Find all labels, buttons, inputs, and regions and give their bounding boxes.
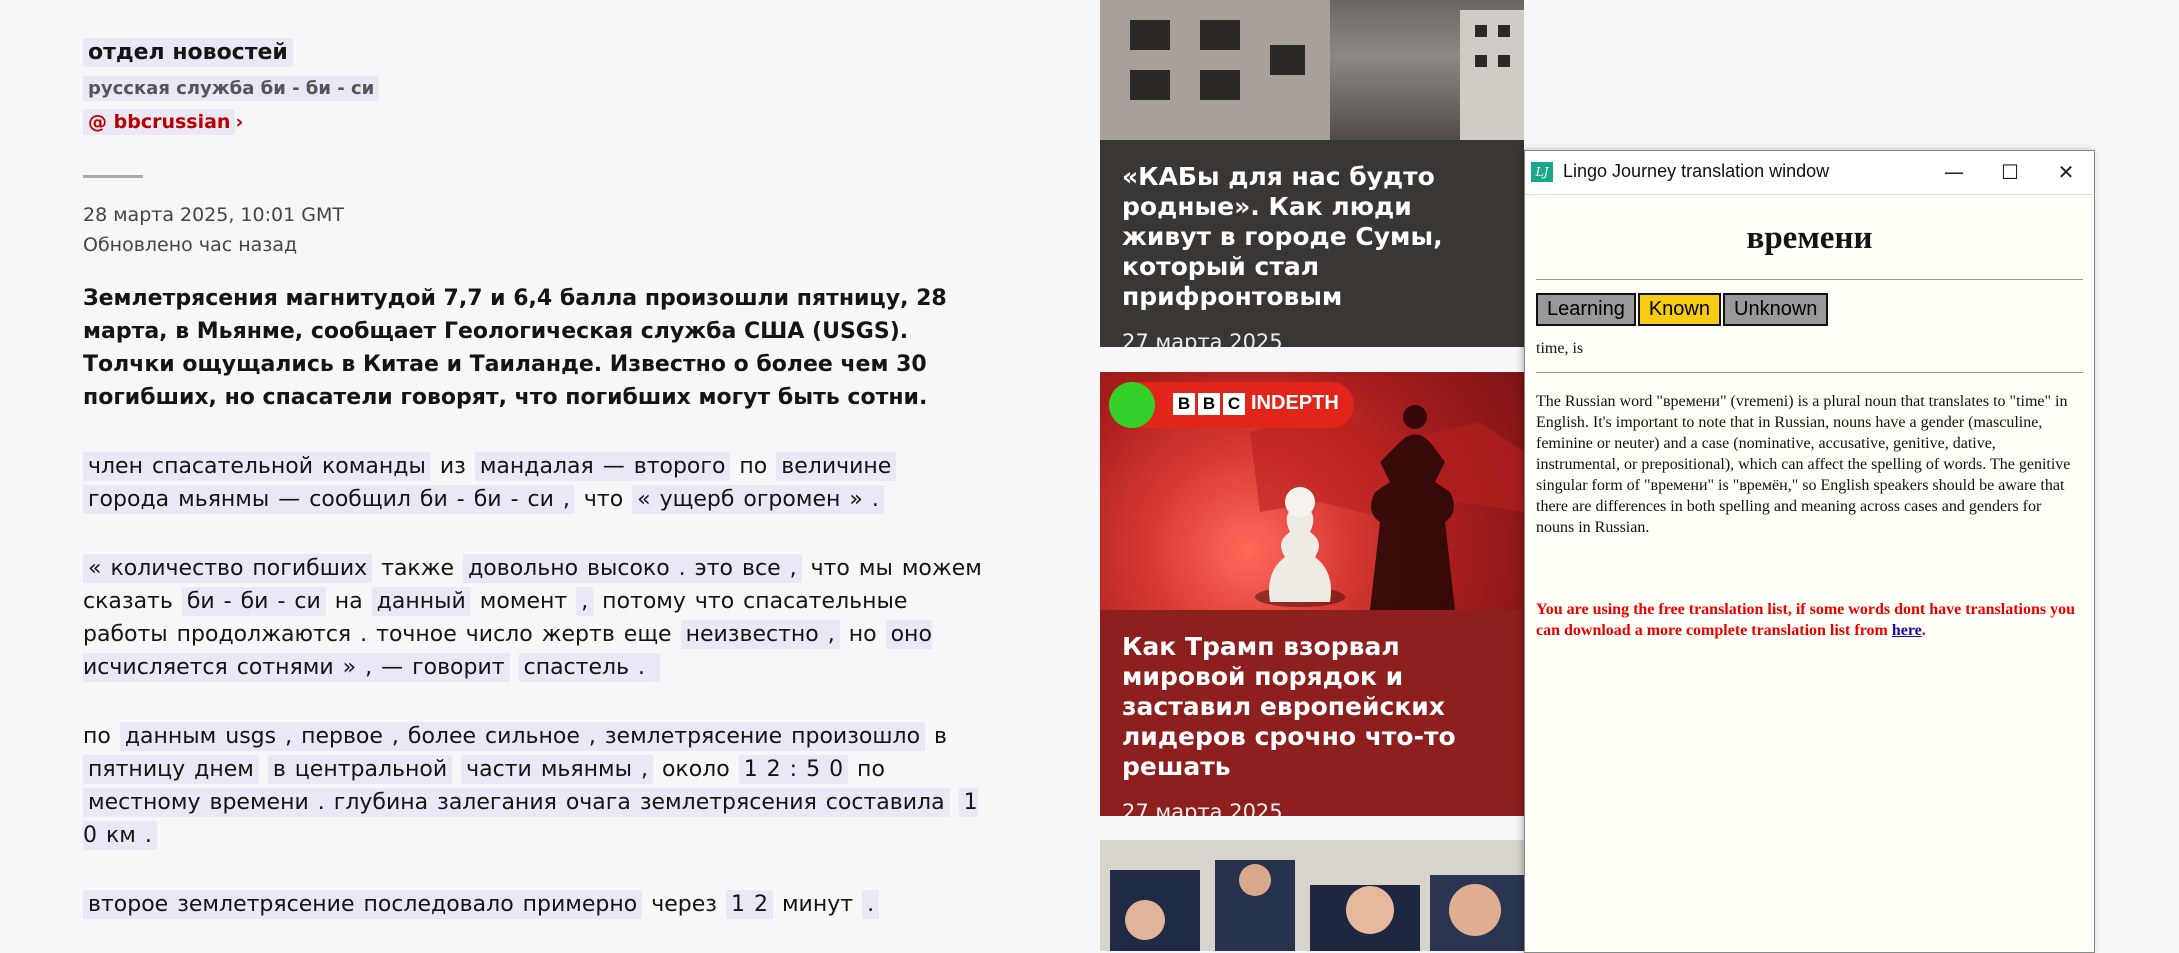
word-description: The Russian word "времени" (vremeni) is … [1536,393,2071,536]
card-date: 27 марта 2025 [1122,800,1283,816]
card-title[interactable]: «КАБы для нас будто родные». Как люди жи… [1100,162,1524,312]
warning-text: You are using the free translation list,… [1536,601,2075,639]
known-button[interactable]: Known [1637,293,1721,326]
text-chunk: по [730,454,777,479]
text-chunk: около [652,757,739,782]
text-chunk: из [430,454,475,479]
paragraph: член спасательной команды из мандалая — … [83,450,988,516]
text-chunk: по [848,757,885,782]
text-chunk: но [839,622,886,647]
word-chunk[interactable]: 1 2 : 5 0 [738,755,849,784]
indepth-badge: B B C INDEPTH [1109,382,1354,428]
text-chunk: в [925,724,947,749]
article-lead: Землетрясения магнитудой 7,7 и 6,4 балла… [83,286,947,410]
word-chunk[interactable]: пятницу днем [83,755,259,784]
badge-label: INDEPTH [1251,392,1339,414]
bbc-letter-c: C [1223,393,1245,415]
article: отдел новостей русская служба би - би - … [83,38,1003,921]
word-chunk[interactable]: местному времени . глубина залегания оча… [83,788,950,817]
text-chunk [111,724,120,749]
word-chunk[interactable]: данный [371,587,471,616]
text-chunk: момент [470,589,577,614]
translation-window: LJ Lingo Journey translation window — ☐ … [1524,150,2095,953]
byline-name[interactable]: отдел новостей [83,38,293,67]
word-chunk[interactable]: , [576,587,594,616]
divider [83,175,143,178]
word-chunk[interactable]: второе землетрясение последовало примерн… [83,890,643,919]
minimize-icon[interactable]: — [1926,151,1982,194]
word-chunk[interactable]: мандалая — второго [474,452,731,481]
divider [1536,279,2083,280]
chevron-right-icon[interactable]: › [235,111,243,133]
news-card-trump[interactable]: B B C INDEPTH Как Трамп взорвал мировой … [1100,372,1524,816]
paragraph: по данным usgs , первое , более сильное … [83,720,988,852]
status-button-group: Learning Known Unknown [1536,293,2083,326]
card-image-people [1100,840,1524,951]
word-chunk[interactable]: части мьянмы , [461,755,653,784]
word-chunk[interactable]: член спасательной команды [83,452,431,481]
text-chunk [950,790,959,815]
word-chunk[interactable]: спастель . [518,653,651,682]
maximize-icon[interactable]: ☐ [1982,151,2038,194]
free-list-warning: You are using the free translation list,… [1536,599,2083,641]
window-title-bar[interactable]: LJ Lingo Journey translation window — ☐ … [1525,151,2094,195]
text-chunk: что [574,487,633,512]
text-chunk: также [372,556,464,581]
word-chunk[interactable]: данным usgs , первое , более сильное , з… [119,722,926,751]
word-chunk[interactable]: « ущерб огромен » . [632,485,884,514]
word-chunk[interactable] [650,653,661,682]
word-chunk[interactable]: би - би - си [181,587,326,616]
word-chunk[interactable]: довольно высоко . это все , [463,554,802,583]
word-chunk[interactable]: величине [776,452,897,481]
translated-word: времени [1746,220,1873,256]
word-chunk[interactable]: « количество погибших [83,554,373,583]
paragraph: « количество погибших также довольно выс… [83,552,988,684]
text-chunk [510,655,519,680]
word-chunk[interactable]: в центральной [267,755,453,784]
card-image-chess: B B C INDEPTH [1100,372,1524,610]
card-image-building [1100,0,1524,140]
unknown-button[interactable]: Unknown [1723,293,1829,326]
text-chunk: минут [772,892,863,917]
window-title: Lingo Journey translation window [1563,161,1830,181]
bbc-letter-b2: B [1198,393,1220,415]
news-card-sumy[interactable]: «КАБы для нас будто родные». Как люди жи… [1100,0,1524,347]
text-chunk [452,757,461,782]
app-logo-icon: LJ [1531,162,1553,182]
badge-dot-icon [1109,382,1155,428]
word-chunk[interactable]: 1 2 [725,890,773,919]
text-chunk: по [83,724,111,749]
warning-end: . [1921,622,1926,639]
translation-text: time, is [1536,340,1584,357]
word-chunk[interactable]: города мьянмы — сообщил би - би - си , [83,485,575,514]
text-chunk: через [642,892,726,917]
learning-button[interactable]: Learning [1536,293,1636,326]
divider [1536,372,2083,373]
text-chunk: на [325,589,372,614]
byline-handle-link[interactable]: @ bbcrussian [83,109,236,135]
publish-date: 28 марта 2025, 10:01 GMT [83,204,344,226]
bbc-letter-b1: B [1173,393,1195,415]
paragraph: второе землетрясение последовало примерн… [83,888,988,921]
download-link[interactable]: here [1892,622,1922,639]
word-chunk[interactable]: неизвестно , [680,620,840,649]
close-icon[interactable]: ✕ [2038,151,2094,194]
news-card-group-photo[interactable] [1100,840,1524,951]
word-chunk[interactable]: . [862,890,880,919]
card-date: 27 марта 2025 [1122,330,1283,347]
card-title[interactable]: Как Трамп взорвал мировой порядок и заст… [1100,632,1524,782]
updated-time: Обновлено час назад [83,234,298,256]
byline-role[interactable]: русская служба би - би - си [83,76,380,101]
text-chunk [259,757,268,782]
